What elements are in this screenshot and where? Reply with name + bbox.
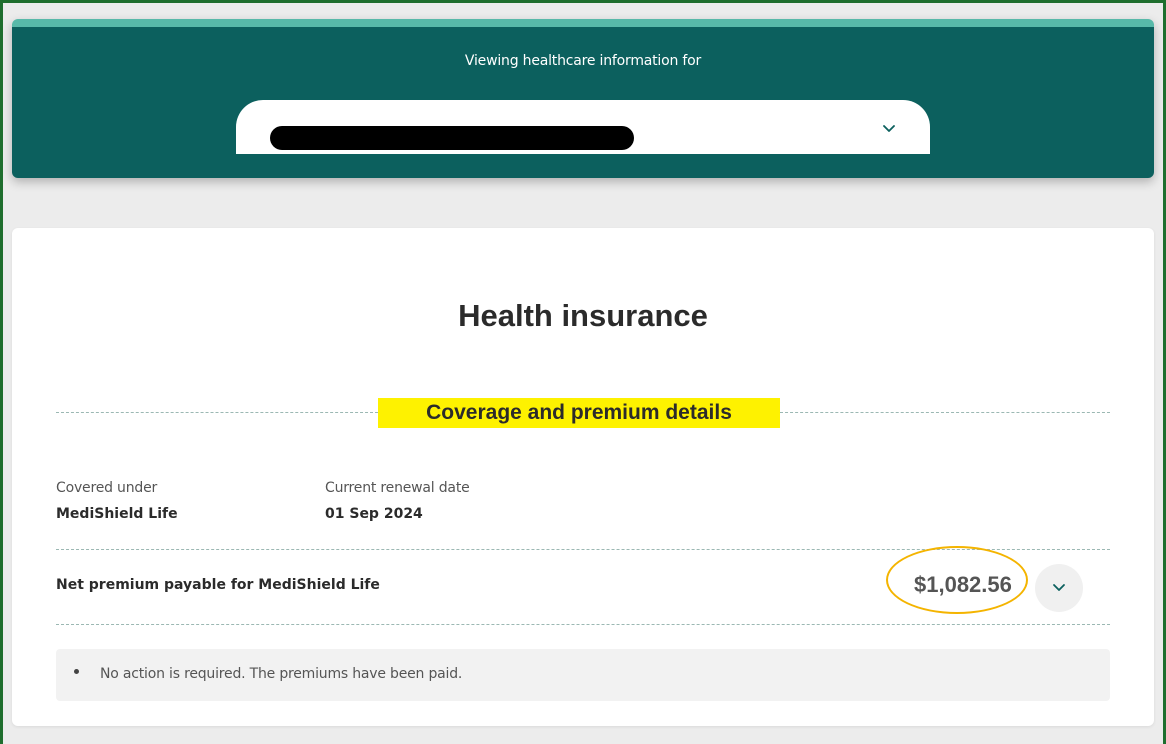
health-insurance-card: Health insurance Coverage and premium de…: [12, 228, 1154, 726]
redacted-person-name: [270, 126, 634, 150]
note-text: No action is required. The premiums have…: [100, 666, 463, 682]
section-divider-left: [56, 412, 378, 413]
covered-under-value: MediShield Life: [56, 506, 178, 522]
renewal-date-label: Current renewal date: [325, 480, 470, 496]
section-divider-right: [780, 412, 1110, 413]
chevron-down-icon: [883, 125, 895, 132]
annotation-circle: [886, 546, 1028, 614]
bullet-icon: [74, 669, 79, 674]
renewal-date-value: 01 Sep 2024: [325, 506, 423, 522]
covered-under-label: Covered under: [56, 480, 158, 496]
premium-label: Net premium payable for MediShield Life: [56, 577, 380, 593]
healthcare-header-banner: Viewing healthcare information for: [12, 19, 1154, 178]
section-heading: Coverage and premium details: [378, 398, 780, 428]
page-title: Health insurance: [458, 298, 708, 333]
premium-expand-button[interactable]: [1035, 564, 1083, 612]
viewing-caption: Viewing healthcare information for: [464, 53, 702, 69]
payment-status-note: No action is required. The premiums have…: [56, 649, 1110, 701]
chevron-down-icon: [1053, 584, 1065, 591]
row-divider-bottom: [56, 624, 1110, 625]
person-select-dropdown[interactable]: [236, 100, 930, 154]
